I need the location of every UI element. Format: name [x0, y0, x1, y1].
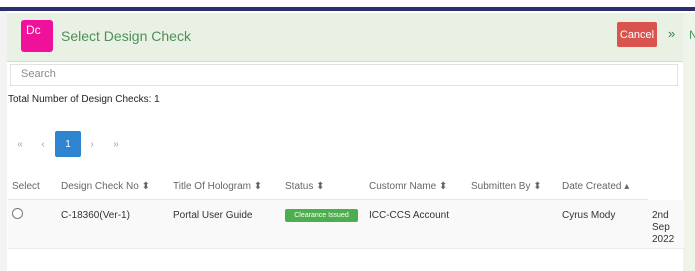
- cell-submitted-by: Cyrus Mody: [562, 210, 616, 221]
- row-select-radio[interactable]: [12, 208, 23, 219]
- top-bar: [0, 0, 695, 7]
- column-header-title-of-hologram[interactable]: Title Of Hologram ⬍: [173, 181, 262, 192]
- cell-title-of-hologram: Portal User Guide: [173, 210, 253, 221]
- cancel-button[interactable]: Cancel: [617, 22, 657, 47]
- column-header-submitted-by[interactable]: Submitten By ⬍: [471, 181, 542, 192]
- cancel-button-label: Cancel: [619, 28, 655, 41]
- date-day: 2nd: [652, 210, 669, 221]
- total-design-checks: Total Number of Design Checks: 1: [8, 94, 160, 105]
- left-shadow: [0, 11, 7, 271]
- last-page-icon[interactable]: »: [109, 131, 123, 157]
- status-badge: Clearance Issued: [285, 209, 358, 222]
- date-year: 2022: [652, 234, 675, 245]
- column-header-customer-name[interactable]: Customr Name ⬍: [369, 181, 447, 192]
- cell-design-check-no: C-18360(Ver-1): [61, 210, 130, 221]
- column-header-design-check-no[interactable]: Design Check No ⬍: [61, 181, 150, 192]
- side-panel-label: N: [689, 28, 695, 42]
- dialog-title: Select Design Check: [61, 28, 191, 44]
- column-header-select: Select: [12, 181, 40, 192]
- table-row: [8, 200, 684, 249]
- date-month: Sep: [652, 222, 670, 233]
- cell-customer-name: ICC-CCS Account: [369, 210, 450, 221]
- app-icon: Dc: [21, 20, 53, 52]
- double-chevron-right-icon[interactable]: »: [668, 26, 675, 41]
- cell-date-created: 2nd Sep 2022: [652, 210, 674, 246]
- app-icon-text: Dc: [26, 23, 41, 37]
- search-input[interactable]: Search: [10, 64, 678, 86]
- column-header-status[interactable]: Status ⬍: [285, 181, 325, 192]
- first-page-icon[interactable]: «: [13, 131, 27, 157]
- side-panel-strip: [683, 13, 695, 271]
- column-header-date-created[interactable]: Date Created ▴: [562, 181, 629, 192]
- page-1-button[interactable]: 1: [55, 131, 81, 157]
- prev-page-icon[interactable]: ‹: [37, 131, 49, 157]
- next-page-icon[interactable]: ›: [86, 131, 98, 157]
